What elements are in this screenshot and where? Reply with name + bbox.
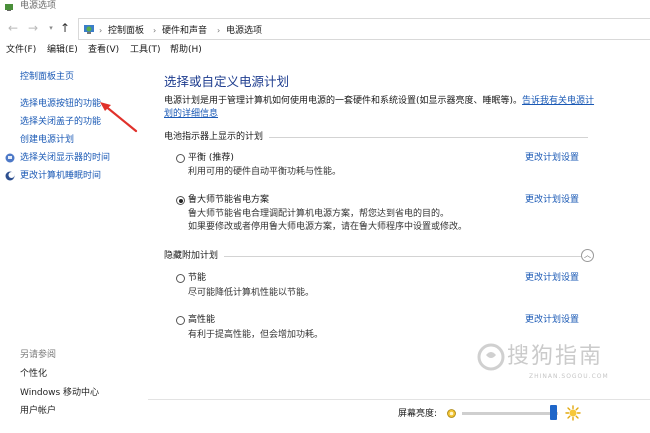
plan-high-performance-desc: 有利于提高性能，但会增加功耗。 (188, 330, 324, 340)
sidebar-item-display-off[interactable]: 选择关闭显示器的时间 (20, 152, 110, 164)
back-arrow-icon[interactable]: ← (6, 21, 20, 35)
address-field[interactable]: › 控制面板 › 硬件和声音 › 电源选项 (78, 18, 650, 40)
watermark: 搜狗指南 ZHINAN.SOGOU.COM (473, 337, 643, 381)
annotation-arrow-icon (100, 102, 138, 133)
page-title: 选择或自定义电源计划 (164, 74, 290, 89)
breadcrumb-power-options[interactable]: 电源选项 (226, 25, 262, 37)
learn-more-link[interactable]: 告诉我有关电源计 (522, 96, 594, 106)
change-plan-settings-link[interactable]: 更改计划设置 (525, 194, 579, 206)
plan-balanced-desc: 利用可用的硬件自动平衡功耗与性能。 (188, 167, 342, 177)
brightness-label: 屏幕亮度: (398, 409, 438, 419)
forward-arrow-icon[interactable]: → (26, 21, 40, 35)
description-text: 电源计划是用于管理计算机如何使用电源的一套硬件和系统设置(如显示器亮度、睡眠等)… (164, 96, 523, 106)
brightness-low-icon (447, 409, 456, 418)
plan-balanced-name[interactable]: 平衡 (推荐) (188, 152, 234, 164)
change-plan-settings-link[interactable]: 更改计划设置 (525, 152, 579, 164)
up-arrow-icon[interactable]: ↑ (58, 21, 72, 35)
hidden-plans-heading: 隐藏附加计划 (164, 250, 225, 262)
sidebar-item-create-plan[interactable]: 创建电源计划 (20, 134, 74, 146)
sidebar-item-sleep-time[interactable]: 更改计算机睡眠时间 (20, 170, 101, 182)
menu-edit[interactable]: 编辑(E) (47, 44, 78, 56)
menu-help[interactable]: 帮助(H) (170, 44, 202, 56)
section-divider (164, 256, 582, 257)
plan-ludashi-radio[interactable] (176, 196, 185, 205)
brightness-slider-thumb[interactable] (550, 405, 557, 420)
address-bar: ← → ▾ ↑ › 控制面板 › 硬件和声音 › 电源选项 (0, 14, 650, 42)
learn-more-link-cont[interactable]: 划的详细信息 (164, 108, 218, 120)
watermark-subtext: ZHINAN.SOGOU.COM (529, 373, 609, 380)
plan-ludashi-desc: 鲁大师节能省电合理调配计算机电源方案，帮您达到省电的目的。 (188, 209, 450, 219)
title-bar: 电源选项 (0, 0, 650, 14)
control-panel-home-link[interactable]: 控制面板主页 (20, 71, 74, 83)
plan-balanced-radio[interactable] (176, 154, 185, 163)
watermark-text: 搜狗指南 (507, 344, 604, 369)
recent-dropdown-icon[interactable]: ▾ (44, 21, 58, 35)
plan-high-performance-name[interactable]: 高性能 (188, 314, 215, 326)
window-title: 电源选项 (20, 1, 57, 11)
brightness-high-icon (565, 405, 581, 421)
brightness-slider-track[interactable] (462, 412, 558, 415)
power-options-icon (5, 4, 13, 11)
menu-view[interactable]: 查看(V) (88, 44, 119, 56)
change-plan-settings-link[interactable]: 更改计划设置 (525, 272, 579, 284)
plan-power-saver-name[interactable]: 节能 (188, 272, 206, 284)
plan-power-saver-radio[interactable] (176, 274, 185, 283)
control-panel-icon (84, 25, 94, 34)
sleep-moon-icon (5, 171, 15, 181)
battery-plans-heading: 电池指示器上显示的计划 (164, 131, 270, 143)
menu-tools[interactable]: 工具(T) (130, 44, 161, 56)
plan-ludashi-name[interactable]: 鲁大师节能省电方案 (188, 194, 269, 206)
plan-ludashi-desc2: 如果要修改或者停用鲁大师电源方案，请在鲁大师程序中设置或修改。 (188, 222, 468, 232)
collapse-chevron-icon[interactable]: ︿ (581, 249, 594, 262)
breadcrumb-control-panel[interactable]: 控制面板 (108, 25, 144, 37)
see-also-heading: 另请参阅 (20, 350, 57, 360)
sidebar-item-power-button[interactable]: 选择电源按钮的功能 (20, 98, 101, 110)
bottom-divider (148, 399, 650, 400)
see-also-mobility-center[interactable]: Windows 移动中心 (20, 387, 99, 399)
sidebar-item-lid-close[interactable]: 选择关闭盖子的功能 (20, 116, 101, 128)
plan-power-saver-desc: 尽可能降低计算机性能以节能。 (188, 288, 315, 298)
menu-file[interactable]: 文件(F) (6, 44, 36, 56)
plan-description: 电源计划是用于管理计算机如何使用电源的一套硬件和系统设置(如显示器亮度、睡眠等)… (164, 95, 604, 107)
display-shield-icon (5, 153, 15, 163)
breadcrumb-separator: › (153, 26, 157, 35)
left-pane: 控制面板主页 选择电源按钮的功能 选择关闭盖子的功能 创建电源计划 选择关闭显示… (0, 58, 148, 433)
watermark-logo-icon (477, 343, 505, 371)
breadcrumb-separator: › (217, 26, 221, 35)
breadcrumb-hardware-sound[interactable]: 硬件和声音 (162, 25, 207, 37)
menu-bar: 文件(F) 编辑(E) 查看(V) 工具(T) 帮助(H) (0, 42, 650, 58)
breadcrumb-separator: › (99, 26, 103, 35)
plan-high-performance-radio[interactable] (176, 316, 185, 325)
see-also-user-accounts[interactable]: 用户帐户 (20, 405, 56, 417)
change-plan-settings-link[interactable]: 更改计划设置 (525, 314, 579, 326)
see-also-personalization[interactable]: 个性化 (20, 368, 47, 380)
